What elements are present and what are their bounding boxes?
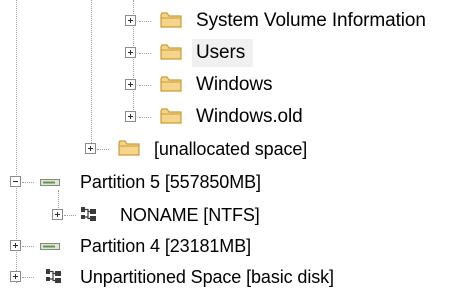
tree-item-label: Partition 4 [23181MB] bbox=[80, 236, 252, 256]
expand-toggle[interactable] bbox=[85, 143, 96, 154]
folder-icon bbox=[160, 12, 182, 28]
tree-item-system-volume-information[interactable]: System Volume Information bbox=[0, 6, 451, 36]
tree-item-label: System Volume Information bbox=[196, 10, 426, 31]
network-volume-icon bbox=[81, 207, 96, 221]
tree-item-label: [unallocated space] bbox=[154, 139, 308, 159]
disk-partition-icon bbox=[40, 179, 60, 186]
network-volume-icon bbox=[46, 269, 61, 283]
tree-item-noname-ntfs[interactable]: NONAME [NTFS] bbox=[0, 200, 451, 230]
tree-item-label: Partition 5 [557850MB] bbox=[80, 172, 261, 192]
tree-item-partition-5[interactable]: Partition 5 [557850MB] bbox=[0, 167, 451, 197]
collapse-toggle[interactable] bbox=[10, 176, 21, 187]
tree-item-windows-old[interactable]: Windows.old bbox=[0, 102, 451, 132]
tree-item-label: Windows.old bbox=[196, 106, 303, 127]
tree-item-unpartitioned-space[interactable]: Unpartitioned Space [basic disk] bbox=[0, 262, 451, 292]
expand-toggle[interactable] bbox=[125, 79, 136, 90]
expand-toggle[interactable] bbox=[10, 271, 21, 282]
tree-item-unallocated-space[interactable]: [unallocated space] bbox=[0, 134, 451, 164]
file-tree: System Volume Information Users Windows … bbox=[0, 0, 451, 294]
expand-toggle[interactable] bbox=[125, 111, 136, 122]
tree-item-partition-4[interactable]: Partition 4 [23181MB] bbox=[0, 231, 451, 261]
folder-icon bbox=[160, 76, 182, 92]
tree-item-label: Windows bbox=[196, 74, 273, 95]
folder-icon bbox=[160, 108, 182, 124]
disk-partition-icon bbox=[40, 243, 60, 250]
tree-item-label: Users bbox=[196, 42, 246, 63]
folder-icon bbox=[160, 44, 182, 60]
expand-toggle[interactable] bbox=[125, 15, 136, 26]
expand-toggle[interactable] bbox=[52, 209, 63, 220]
tree-item-windows[interactable]: Windows bbox=[0, 70, 451, 100]
expand-toggle[interactable] bbox=[10, 240, 21, 251]
expand-toggle[interactable] bbox=[125, 47, 136, 58]
tree-item-users[interactable]: Users bbox=[0, 38, 451, 68]
folder-icon bbox=[118, 140, 140, 156]
tree-item-label: NONAME [NTFS] bbox=[120, 205, 260, 225]
tree-item-label: Unpartitioned Space [basic disk] bbox=[80, 267, 334, 287]
